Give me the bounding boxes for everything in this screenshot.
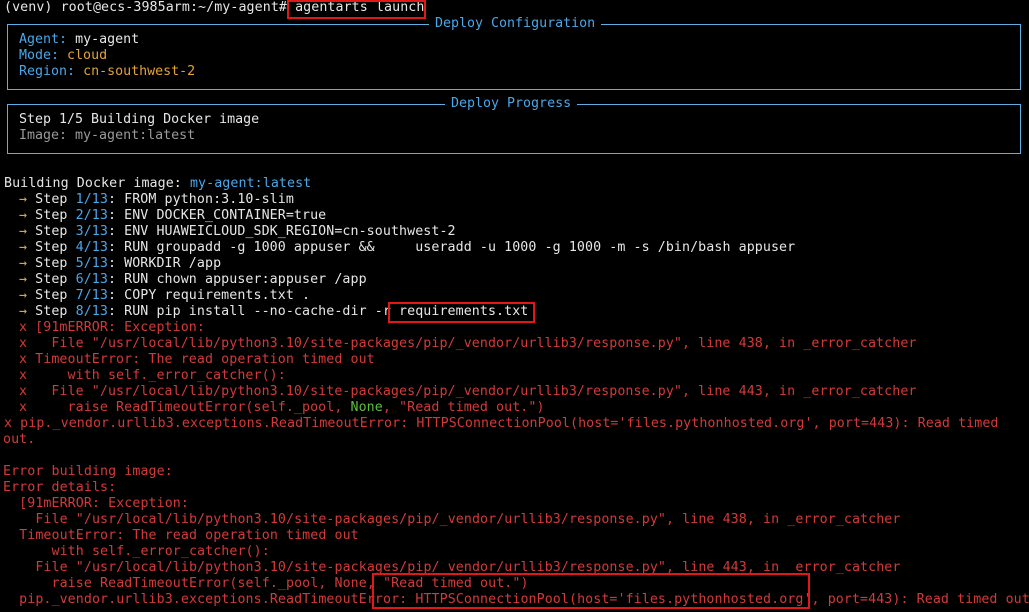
error-x-icon: x — [19, 352, 28, 367]
build-heading-image: my-agent:latest — [189, 176, 312, 191]
deploy-progress-title: Deploy Progress — [445, 96, 578, 112]
step-number: 1/13 — [75, 192, 108, 207]
build-error-row: x TimeoutError: The read operation timed… — [19, 352, 375, 368]
error-text: pip._vendor.urllib3.exceptions.ReadTimeo… — [12, 416, 999, 431]
arrow-icon: → — [19, 208, 28, 223]
error-text: TimeoutError: The read operation timed o… — [27, 352, 375, 367]
step-text: : ENV HUAWEICLOUD_SDK_REGION=cn-southwes… — [107, 224, 456, 239]
prompt-prefix: (venv) root@ecs-3985arm:~/my-agent# — [4, 0, 296, 15]
build-step-row: → Step 6/13: RUN chown appuser:appuser /… — [19, 272, 367, 288]
arrow-icon: → — [19, 288, 28, 303]
agent-row: Agent: my-agent — [19, 32, 139, 48]
read-timed-out-highlight-box — [372, 573, 810, 609]
step-number: 7/13 — [75, 288, 108, 303]
step-word: Step — [27, 272, 76, 287]
error-x-icon: x — [19, 320, 28, 335]
step-text: : RUN groupadd -g 1000 appuser && userad… — [107, 240, 796, 255]
build-heading: Building Docker image: my-agent:latest — [4, 176, 311, 192]
progress-image: Image: my-agent:latest — [19, 128, 196, 143]
region-row: Region: cn-southwest-2 — [19, 64, 195, 80]
error-text: File "/usr/local/lib/python3.10/site-pac… — [27, 336, 917, 351]
build-error-row: x File "/usr/local/lib/python3.10/site-p… — [19, 336, 917, 352]
step-word: Step — [27, 192, 76, 207]
mode-key: Mode: — [19, 48, 60, 63]
error-text: with self._error_catcher(): — [27, 368, 286, 383]
build-step-row: → Step 5/13: WORKDIR /app — [19, 256, 221, 272]
error-details-label: Error details: — [3, 480, 117, 495]
step-number: 3/13 — [75, 224, 108, 239]
error-text: raise ReadTimeoutError(self._pool, — [27, 400, 351, 415]
arrow-icon: → — [19, 272, 28, 287]
build-error-row: x pip._vendor.urllib3.exceptions.ReadTim… — [4, 416, 999, 432]
step-text: : FROM python:3.10-slim — [107, 192, 294, 207]
build-step-row: → Step 4/13: RUN groupadd -g 1000 appuse… — [19, 240, 795, 256]
error-x-icon: x — [19, 336, 28, 351]
agent-value: my-agent — [75, 32, 140, 47]
build-step-row: → Step 2/13: ENV DOCKER_CONTAINER=true — [19, 208, 326, 224]
step-number: 4/13 — [75, 240, 108, 255]
step-word: Step — [27, 240, 76, 255]
error-wrap-tail: out. — [3, 432, 36, 447]
step-number: 2/13 — [75, 208, 108, 223]
error-detail-line: TimeoutError: The read operation timed o… — [3, 528, 359, 543]
mode-row: Mode: cloud — [19, 48, 107, 64]
build-error-row: x [91mERROR: Exception: — [19, 320, 205, 336]
build-heading-label: Building Docker image: — [4, 176, 190, 191]
error-text: [91mERROR: Exception: — [27, 320, 205, 335]
build-error-row: x raise ReadTimeoutError(self._pool, Non… — [19, 400, 545, 416]
build-step-row: → Step 1/13: FROM python:3.10-slim — [19, 192, 294, 208]
build-error-row: x File "/usr/local/lib/python3.10/site-p… — [19, 384, 917, 400]
none-keyword: None — [350, 400, 383, 415]
error-x-icon: x — [19, 400, 28, 415]
command-highlight-box — [287, 0, 426, 19]
error-detail-line: with self._error_catcher(): — [3, 544, 270, 559]
progress-step: Step 1/5 Building Docker image — [19, 112, 260, 127]
deploy-progress-panel: Deploy Progress Step 1/5 Building Docker… — [7, 96, 1021, 154]
error-detail-line: File "/usr/local/lib/python3.10/site-pac… — [3, 512, 901, 527]
agent-key: Agent: — [19, 32, 68, 47]
step-number: 8/13 — [75, 304, 108, 319]
arrow-icon: → — [19, 192, 28, 207]
build-step-row: → Step 7/13: COPY requirements.txt . — [19, 288, 310, 304]
step-number: 6/13 — [75, 272, 108, 287]
arrow-icon: → — [19, 224, 28, 239]
arrow-icon: → — [19, 240, 28, 255]
error-x-icon: x — [19, 368, 28, 383]
step-text: : ENV DOCKER_CONTAINER=true — [107, 208, 327, 223]
arrow-icon: → — [19, 256, 28, 271]
error-text: , "Read timed out.") — [382, 400, 545, 415]
error-detail-line: [91mERROR: Exception: — [3, 496, 189, 511]
error-x-icon: x — [19, 384, 28, 399]
error-text: File "/usr/local/lib/python3.10/site-pac… — [27, 384, 917, 399]
step-text: : RUN chown appuser:appuser /app — [107, 272, 367, 287]
step-word: Step — [27, 208, 76, 223]
region-value: cn-southwest-2 — [83, 64, 196, 79]
step-text: : WORKDIR /app — [107, 256, 222, 271]
mode-value: cloud — [67, 48, 108, 63]
step-word: Step — [27, 224, 76, 239]
deploy-configuration-panel: Deploy Configuration Agent: my-agent Mod… — [7, 16, 1021, 90]
build-step-row: → Step 3/13: ENV HUAWEICLOUD_SDK_REGION=… — [19, 224, 456, 240]
step-text: : COPY requirements.txt . — [107, 288, 311, 303]
error-x-icon: x — [4, 416, 13, 431]
step-word: Step — [27, 288, 76, 303]
deploy-configuration-title: Deploy Configuration — [429, 16, 602, 32]
step-word: Step — [27, 256, 76, 271]
error-building-title: Error building image: — [3, 464, 173, 479]
step-word: Step — [27, 304, 76, 319]
arrow-icon: → — [19, 304, 28, 319]
region-key: Region: — [19, 64, 76, 79]
requirements-highlight-box — [388, 302, 535, 323]
step-number: 5/13 — [75, 256, 108, 271]
build-error-row: x with self._error_catcher(): — [19, 368, 286, 384]
